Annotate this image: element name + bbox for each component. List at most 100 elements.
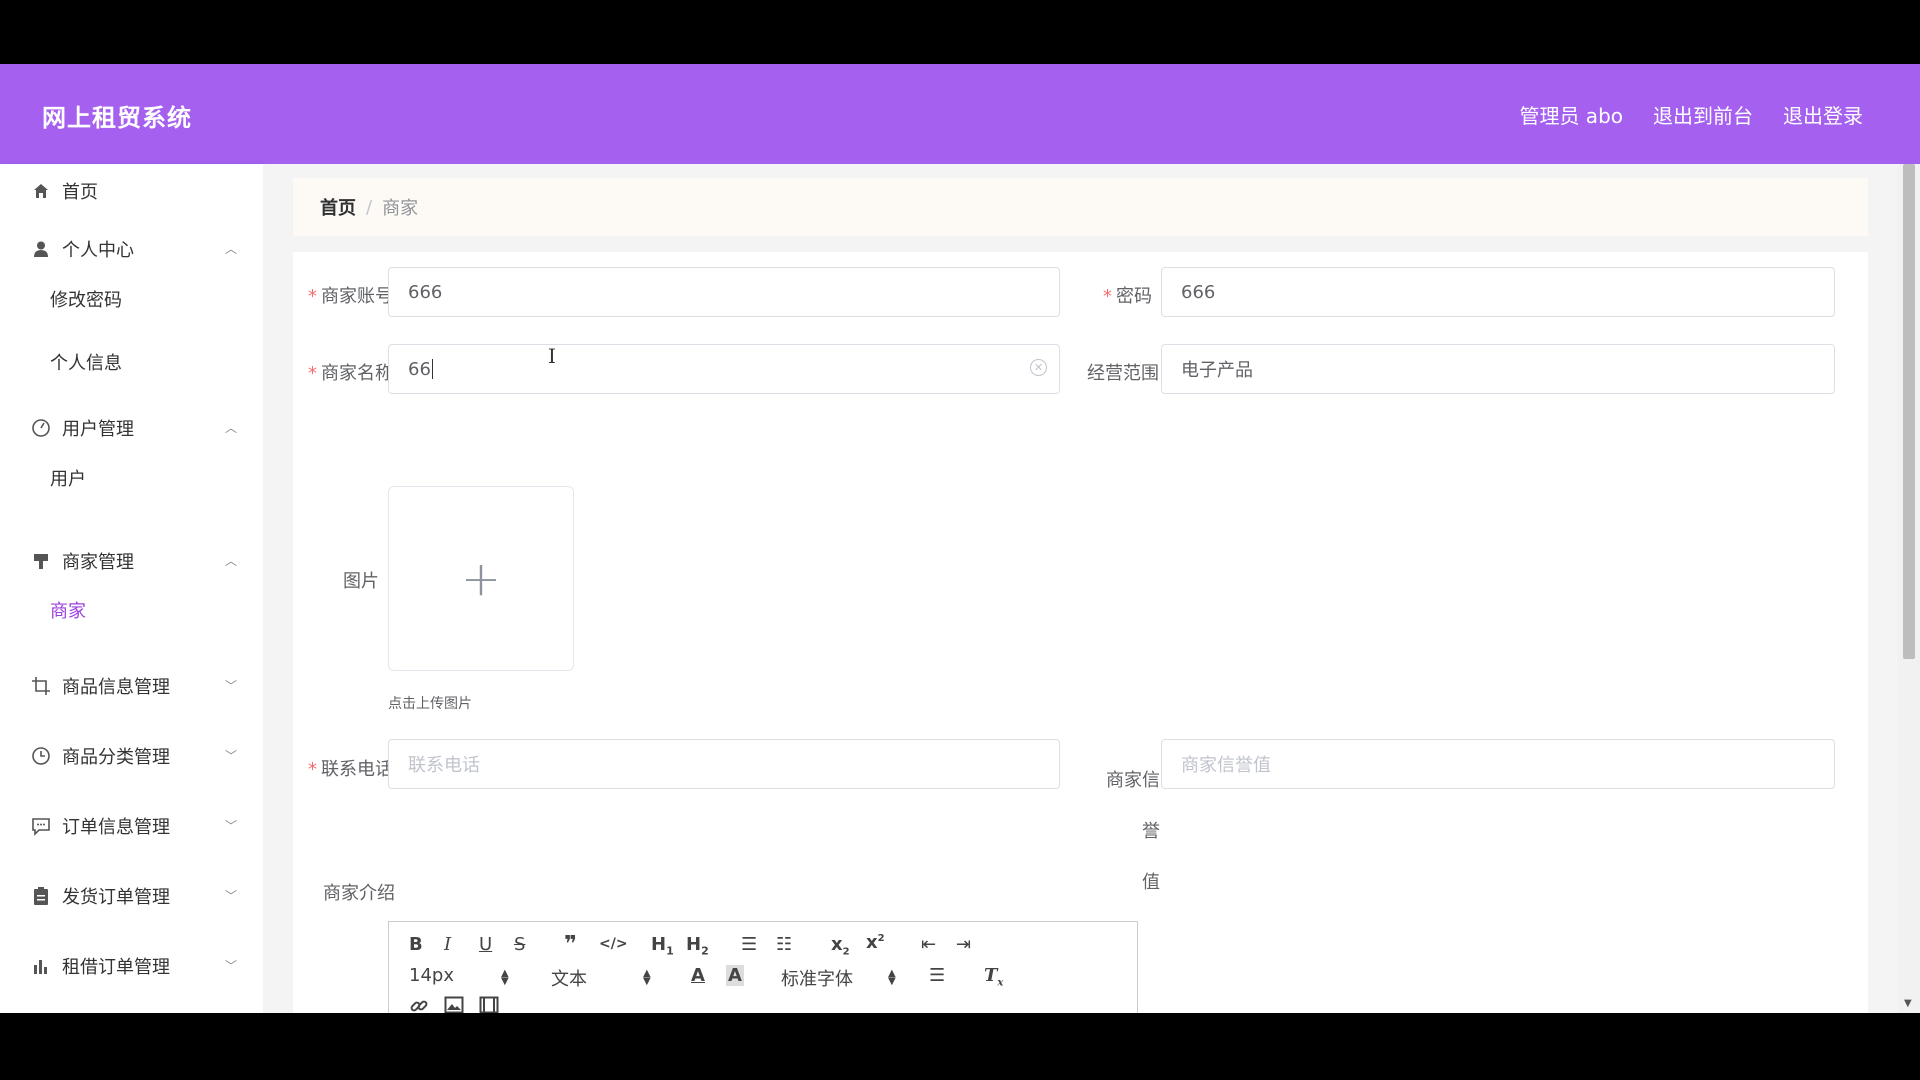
sidebar-subitem-personal-info[interactable]: 个人信息 xyxy=(50,349,122,375)
sidebar-item-label: 商品信息管理 xyxy=(62,677,170,698)
phone-input[interactable]: 联系电话 xyxy=(388,739,1060,789)
sidebar-subitem-user[interactable]: 用户 xyxy=(50,465,86,491)
superscript-icon[interactable]: x2 xyxy=(866,932,885,953)
clear-format-icon[interactable]: Tx xyxy=(984,965,1003,989)
chevron-up-icon: ︿ xyxy=(224,421,237,435)
image-icon[interactable] xyxy=(444,996,464,1013)
blockquote-icon[interactable]: ❞ xyxy=(564,932,577,957)
heading1-icon[interactable]: H1 xyxy=(651,934,674,958)
sidebar-item-label: 发货订单管理 xyxy=(62,887,170,908)
font-color-icon[interactable]: A xyxy=(691,965,705,986)
back-to-front-link[interactable]: 退出到前台 xyxy=(1653,100,1753,129)
font-size-select[interactable]: 14px ▲ ▼ xyxy=(409,965,509,987)
sidebar-item-personal-center[interactable]: 个人中心 ︿ xyxy=(0,222,263,276)
top-nav: 管理员 abo 退出到前台 退出登录 xyxy=(1519,100,1863,129)
plus-icon: + xyxy=(460,550,502,607)
text-caret xyxy=(431,359,433,379)
breadcrumb-home[interactable]: 首页 xyxy=(320,194,356,220)
breadcrumb: 首页 / 商家 xyxy=(293,178,1868,236)
account-label: * 商家账号 xyxy=(308,286,393,307)
sidebar-item-merchant-management[interactable]: 商家管理 ︿ xyxy=(0,534,263,588)
crop-icon xyxy=(30,675,52,697)
password-label: * 密码 xyxy=(1103,286,1152,307)
ordered-list-icon[interactable]: ☰ xyxy=(741,934,757,955)
required-mark: * xyxy=(308,286,317,307)
heading2-icon[interactable]: H2 xyxy=(686,934,709,958)
sidebar-item-label: 商品分类管理 xyxy=(62,747,170,768)
intro-label: 商家介绍 xyxy=(323,883,395,904)
image-upload-button[interactable]: + xyxy=(388,486,574,671)
message-icon xyxy=(30,815,52,837)
editor-toolbar: B I U S ❞ </> H1 H2 ☰ ☷ x2 x2 ⇤ ⇥ 14px ▲… xyxy=(389,922,1137,1013)
credit-input[interactable]: 商家信誉值 xyxy=(1161,739,1835,789)
name-input[interactable]: 66 ✕ xyxy=(388,344,1060,394)
password-input[interactable]: 666 xyxy=(1161,267,1835,317)
chart-icon xyxy=(30,955,52,977)
sidebar: 首页 个人中心 ︿ 修改密码 个人信息 用户管理 ︿ 用户 商家管理 ︿ 商家 xyxy=(0,164,263,1013)
user-icon xyxy=(30,238,52,260)
text-type-value: 文本 xyxy=(551,969,587,990)
select-arrows-icon: ▲ ▼ xyxy=(643,968,651,987)
sidebar-item-label: 个人中心 xyxy=(62,240,134,261)
account-input[interactable]: 666 xyxy=(388,267,1060,317)
align-icon[interactable]: ☰ xyxy=(929,965,945,986)
upload-tip: 点击上传图片 xyxy=(388,696,472,712)
video-icon[interactable] xyxy=(479,996,499,1013)
font-family-value: 标准字体 xyxy=(781,969,853,990)
italic-icon[interactable]: I xyxy=(444,934,451,955)
scope-input[interactable]: 电子产品 xyxy=(1161,344,1835,394)
clear-icon[interactable]: ✕ xyxy=(1030,359,1047,376)
top-header: 网上租贸系统 管理员 abo 退出到前台 退出登录 xyxy=(0,64,1920,164)
chevron-down-icon: ﹀ xyxy=(224,819,237,833)
required-mark: * xyxy=(308,759,317,780)
select-arrows-icon: ▲ ▼ xyxy=(501,968,509,987)
strikethrough-icon[interactable]: S xyxy=(514,934,525,955)
scope-label: 经营范围 xyxy=(1087,363,1159,384)
breadcrumb-separator: / xyxy=(366,196,373,218)
code-icon[interactable]: </> xyxy=(599,936,628,952)
scroll-down-arrow-icon[interactable]: ▼ xyxy=(1904,998,1912,1009)
indent-icon[interactable]: ⇥ xyxy=(956,934,971,955)
chevron-up-icon: ︿ xyxy=(224,554,237,568)
font-size-value: 14px xyxy=(409,965,454,986)
sidebar-item-label: 商家管理 xyxy=(62,552,134,573)
merchant-form: * 商家账号 666 * 密码 666 * 商家名称 66 ✕ 经营范围 电子产品 图… xyxy=(293,252,1868,1013)
scrollbar-thumb[interactable] xyxy=(1903,164,1915,659)
app-title: 网上租贸系统 xyxy=(42,104,192,132)
sidebar-item-user-management[interactable]: 用户管理 ︿ xyxy=(0,401,263,455)
sidebar-item-order-info[interactable]: 订单信息管理 ﹀ xyxy=(0,799,263,853)
phone-label: * 联系电话 xyxy=(308,759,393,780)
outdent-icon[interactable]: ⇤ xyxy=(921,934,936,955)
sidebar-item-label: 用户管理 xyxy=(62,419,134,440)
sidebar-subitem-merchant[interactable]: 商家 xyxy=(50,597,86,623)
subscript-icon[interactable]: x2 xyxy=(831,934,850,958)
chevron-down-icon: ﹀ xyxy=(224,749,237,763)
sidebar-item-home[interactable]: 首页 xyxy=(0,164,263,218)
text-cursor-icon: I xyxy=(548,344,556,368)
chevron-up-icon: ︿ xyxy=(224,242,237,256)
sidebar-item-label: 首页 xyxy=(62,182,98,203)
required-mark: * xyxy=(1103,286,1112,307)
sidebar-item-product-category[interactable]: 商品分类管理 ﹀ xyxy=(0,729,263,783)
sidebar-item-product-info[interactable]: 商品信息管理 ﹀ xyxy=(0,659,263,713)
chevron-down-icon: ﹀ xyxy=(224,679,237,693)
text-type-select[interactable]: 文本 ▲ ▼ xyxy=(551,965,651,991)
link-icon[interactable] xyxy=(409,996,429,1013)
sidebar-subitem-change-password[interactable]: 修改密码 xyxy=(50,286,122,312)
admin-user-link[interactable]: 管理员 abo xyxy=(1519,100,1623,129)
sidebar-item-shipping-order[interactable]: 发货订单管理 ﹀ xyxy=(0,869,263,923)
sidebar-item-rental-order[interactable]: 租借订单管理 ﹀ xyxy=(0,939,263,993)
brush-icon xyxy=(30,550,52,572)
credit-label: 商家信誉 值 xyxy=(1106,770,1160,893)
required-mark: * xyxy=(308,363,317,384)
underline-icon[interactable]: U xyxy=(479,934,492,955)
font-family-select[interactable]: 标准字体 ▲ ▼ xyxy=(781,965,896,991)
clock-icon xyxy=(30,745,52,767)
sidebar-item-label: 租借订单管理 xyxy=(62,957,170,978)
background-color-icon[interactable]: A xyxy=(726,965,744,986)
bullet-list-icon[interactable]: ☷ xyxy=(776,934,792,955)
logout-link[interactable]: 退出登录 xyxy=(1783,100,1863,129)
bold-icon[interactable]: B xyxy=(409,934,423,955)
vertical-scrollbar[interactable]: ▼ xyxy=(1898,164,1920,1013)
chevron-down-icon: ﹀ xyxy=(224,889,237,903)
